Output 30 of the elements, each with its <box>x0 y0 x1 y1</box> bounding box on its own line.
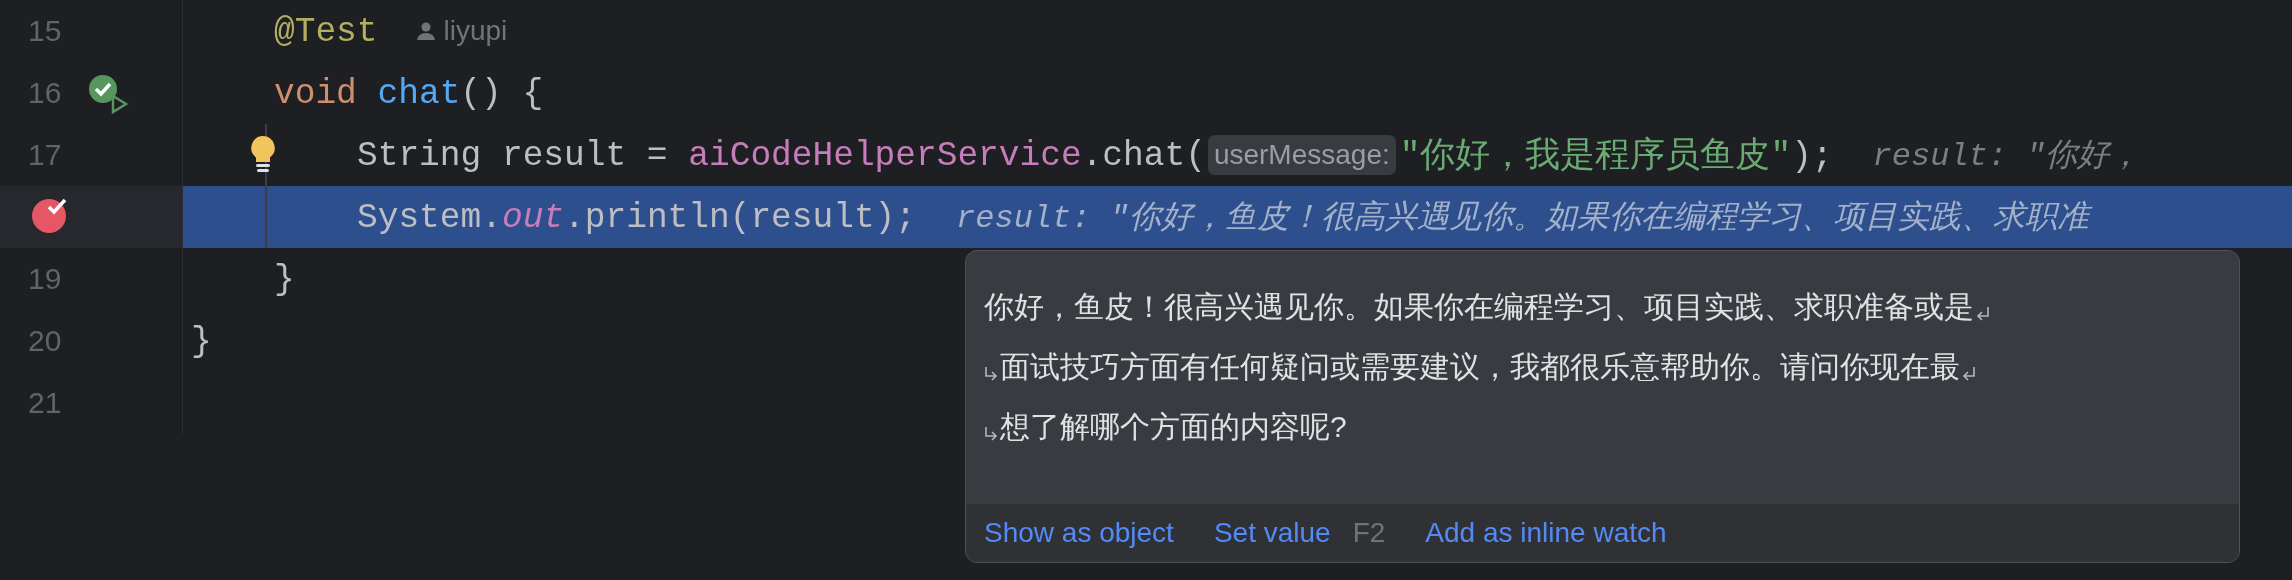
parameter-hint: userMessage: <box>1207 135 1396 175</box>
value-text: 想了解哪个方面的内容呢? <box>1000 408 1347 445</box>
code-text: "你好，我是程序员鱼皮"); <box>1399 135 1833 178</box>
popup-action-link[interactable]: Set value <box>1213 517 1331 549</box>
code-text: } <box>191 321 212 361</box>
lightbulb-icon[interactable] <box>249 134 277 174</box>
line-number: 21 <box>28 386 62 420</box>
test-passed-run-icon[interactable] <box>86 72 130 114</box>
wrap-arrow-icon <box>984 425 1000 443</box>
code-text: } <box>274 259 295 299</box>
popup-action-link[interactable]: Add as inline watch <box>1425 517 1667 549</box>
code-text: void chat() { <box>274 73 544 113</box>
author-hint[interactable]: liyupi <box>443 15 508 47</box>
line-number: 20 <box>28 324 62 358</box>
code-text: String result = aiCodeHelperService.chat( <box>357 135 1206 175</box>
popup-action-link[interactable]: Show as object <box>984 517 1174 549</box>
inline-value-hint: result: "你好， <box>1872 137 2142 177</box>
wrap-arrow-icon <box>1974 305 1990 323</box>
wrap-arrow-icon <box>984 365 1000 383</box>
code-text: @Test <box>274 11 378 51</box>
line-number: 15 <box>28 14 62 48</box>
wrap-arrow-icon <box>1960 365 1976 383</box>
line-number: 19 <box>28 262 62 296</box>
value-text: 你好，鱼皮！很高兴遇见你。如果你在编程学习、项目实践、求职准备或是 <box>984 288 1974 325</box>
shortcut-hint: F2 <box>1352 517 1386 549</box>
value-text: 面试技巧方面有任何疑问或需要建议，我都很乐意帮助你。请问你现在最 <box>1000 348 1960 385</box>
line-number: 16 <box>28 76 62 110</box>
line-number: 17 <box>28 138 62 172</box>
code-text: System.out.println(result); <box>357 197 917 237</box>
person-icon <box>415 21 436 41</box>
